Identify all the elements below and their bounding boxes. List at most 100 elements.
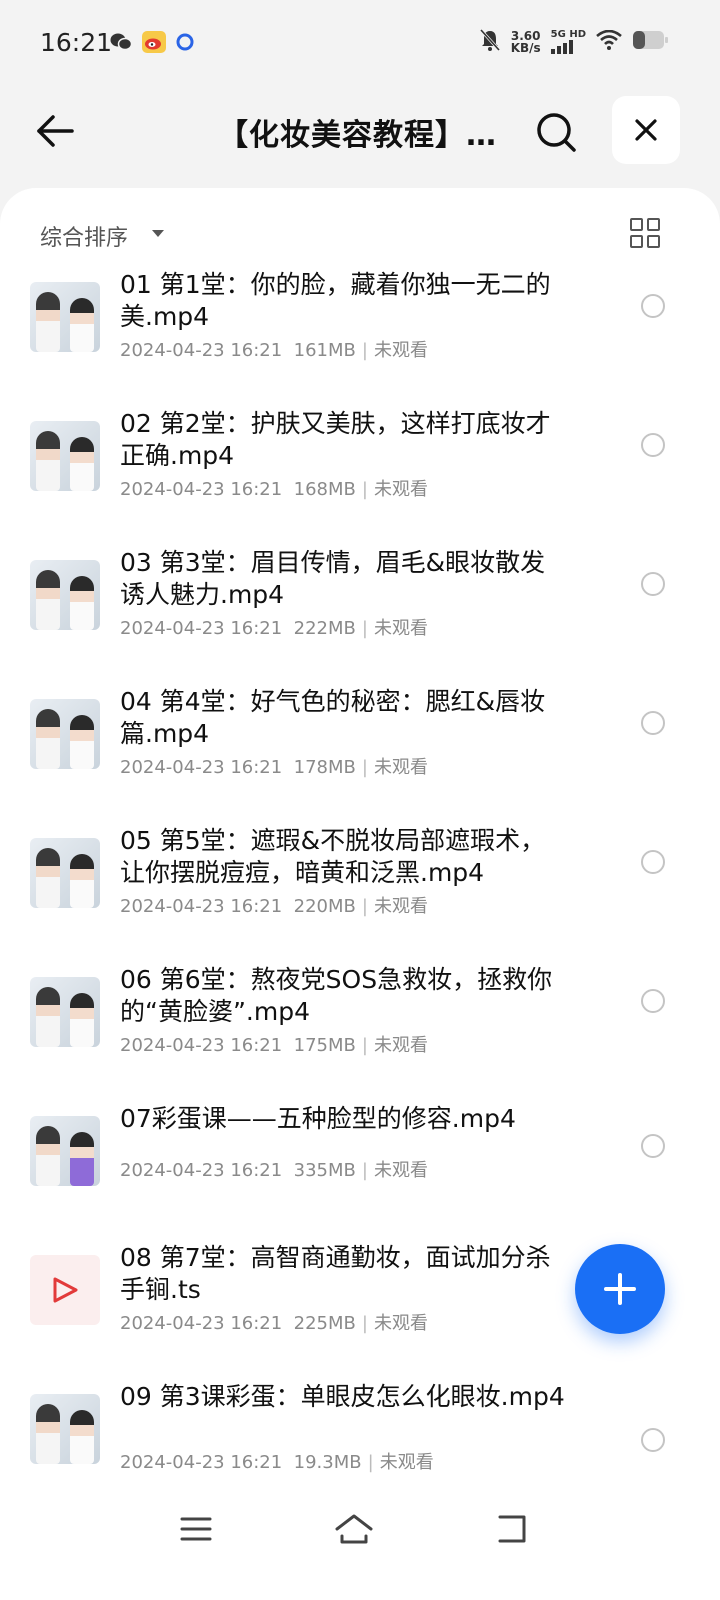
watch-status: 未观看 xyxy=(379,1452,434,1473)
list-toolbar: 综合排序 xyxy=(0,206,720,262)
caret-down-icon[interactable] xyxy=(152,230,164,237)
watch-status: 未观看 xyxy=(373,479,428,500)
video-thumbnail xyxy=(30,421,100,491)
back-nav-button[interactable] xyxy=(490,1509,534,1549)
list-item[interactable]: 06 第6堂：熬夜党SOS急救妆，拯救你的“黄脸婆”.mp4 2024-04-2… xyxy=(0,961,720,1100)
list-item[interactable]: 05 第5堂：遮瑕&不脱妆局部遮瑕术，让你摆脱痘痘，暗黄和泛黑.mp4 2024… xyxy=(0,822,720,961)
grid-view-icon[interactable] xyxy=(628,216,662,250)
file-meta: 2024-04-23 16:21 19.3MB | 未观看 xyxy=(120,1452,434,1473)
speed-unit: KB/s xyxy=(510,41,541,55)
select-radio[interactable] xyxy=(641,1428,665,1452)
file-size: 335MB xyxy=(293,1160,356,1181)
select-radio[interactable] xyxy=(641,711,665,735)
battery-icon xyxy=(632,30,668,54)
system-icons: 3.60 KB/s 5G HD xyxy=(479,28,668,56)
back-nav-icon xyxy=(498,1515,526,1543)
file-meta: 2024-04-23 16:21 175MB | 未观看 xyxy=(120,1035,428,1056)
file-date: 2024-04-23 16:21 xyxy=(120,1035,283,1056)
select-radio[interactable] xyxy=(641,989,665,1013)
play-icon xyxy=(30,1255,100,1325)
file-meta: 2024-04-23 16:21 168MB | 未观看 xyxy=(120,479,428,500)
search-icon xyxy=(537,113,576,152)
file-meta: 2024-04-23 16:21 225MB | 未观看 xyxy=(120,1313,428,1334)
video-thumbnail xyxy=(30,1116,100,1186)
file-size: 161MB xyxy=(293,340,356,361)
watch-status: 未观看 xyxy=(373,1160,428,1181)
select-radio[interactable] xyxy=(641,1134,665,1158)
back-button[interactable] xyxy=(30,106,80,156)
file-date: 2024-04-23 16:21 xyxy=(120,1452,283,1473)
file-size: 220MB xyxy=(293,896,356,917)
file-title: 06 第6堂：熬夜党SOS急救妆，拯救你的“黄脸婆”.mp4 xyxy=(120,965,553,1026)
home-icon xyxy=(335,1514,373,1544)
wechat-icon xyxy=(110,32,133,56)
file-size: 225MB xyxy=(293,1313,356,1334)
list-item[interactable]: 04 第4堂：好气色的秘密：腮红&唇妆篇.mp4 2024-04-23 16:2… xyxy=(0,683,720,822)
weibo-icon xyxy=(142,31,166,57)
watch-status: 未观看 xyxy=(373,1035,428,1056)
select-radio[interactable] xyxy=(641,850,665,874)
file-meta: 2024-04-23 16:21 222MB | 未观看 xyxy=(120,618,428,639)
watch-status: 未观看 xyxy=(373,1313,428,1334)
select-radio[interactable] xyxy=(641,572,665,596)
watch-status: 未观看 xyxy=(373,618,428,639)
select-radio[interactable] xyxy=(641,433,665,457)
list-item[interactable]: 03 第3堂：眉目传情，眉毛&眼妆散发诱人魅力.mp4 2024-04-23 1… xyxy=(0,544,720,683)
file-size: 19.3MB xyxy=(293,1452,362,1473)
search-button[interactable] xyxy=(532,108,580,156)
wifi-icon xyxy=(596,29,622,54)
watch-status: 未观看 xyxy=(373,896,428,917)
sort-dropdown[interactable]: 综合排序 xyxy=(40,220,128,252)
file-meta: 2024-04-23 16:21 220MB | 未观看 xyxy=(120,896,428,917)
file-title: 08 第7堂：高智商通勤妆，面试加分杀手锏.ts xyxy=(120,1243,551,1304)
video-thumbnail xyxy=(30,838,100,908)
file-title: 04 第4堂：好气色的秘密：腮红&唇妆篇.mp4 xyxy=(120,687,546,748)
watch-status: 未观看 xyxy=(373,340,428,361)
file-date: 2024-04-23 16:21 xyxy=(120,1160,283,1181)
close-button[interactable] xyxy=(612,96,680,164)
plus-icon xyxy=(604,1273,636,1305)
file-meta: 2024-04-23 16:21 178MB | 未观看 xyxy=(120,757,428,778)
file-date: 2024-04-23 16:21 xyxy=(120,618,283,639)
select-radio[interactable] xyxy=(641,294,665,318)
signal-icon: 5G HD xyxy=(550,30,586,54)
file-title: 07彩蛋课——五种脸型的修容.mp4 xyxy=(120,1104,516,1133)
status-bar: 16:21 3.60 KB/s 5G HD xyxy=(0,0,720,88)
list-item[interactable]: 01 第1堂：你的脸，藏着你独一无二的美.mp4 2024-04-23 16:2… xyxy=(0,266,720,405)
system-nav-bar xyxy=(0,1495,720,1565)
file-size: 175MB xyxy=(293,1035,356,1056)
network-speed: 3.60 KB/s xyxy=(511,30,541,54)
list-item[interactable]: 02 第2堂：护肤又美肤，这样打底妆才正确.mp4 2024-04-23 16:… xyxy=(0,405,720,544)
file-size: 222MB xyxy=(293,618,356,639)
file-title: 01 第1堂：你的脸，藏着你独一无二的美.mp4 xyxy=(120,270,551,331)
app-dot-icon xyxy=(176,33,194,55)
video-thumbnail xyxy=(30,1394,100,1464)
notification-icons xyxy=(110,31,194,57)
menu-button[interactable] xyxy=(174,1509,218,1549)
list-item[interactable]: 07彩蛋课——五种脸型的修容.mp4 2024-04-23 16:21 335M… xyxy=(0,1100,720,1239)
file-meta: 2024-04-23 16:21 335MB | 未观看 xyxy=(120,1160,428,1181)
add-button[interactable] xyxy=(575,1244,665,1334)
file-title: 02 第2堂：护肤又美肤，这样打底妆才正确.mp4 xyxy=(120,409,551,470)
header: 【化妆美容教程】… xyxy=(0,96,720,164)
file-date: 2024-04-23 16:21 xyxy=(120,1313,283,1334)
file-meta: 2024-04-23 16:21 161MB | 未观看 xyxy=(120,340,428,361)
watch-status: 未观看 xyxy=(373,757,428,778)
mute-bell-icon xyxy=(479,28,501,56)
back-arrow-icon xyxy=(37,115,74,147)
video-thumbnail xyxy=(30,977,100,1047)
status-time: 16:21 xyxy=(40,28,113,57)
page-title: 【化妆美容教程】… xyxy=(218,118,497,153)
file-date: 2024-04-23 16:21 xyxy=(120,896,283,917)
file-size: 178MB xyxy=(293,757,356,778)
file-title: 05 第5堂：遮瑕&不脱妆局部遮瑕术，让你摆脱痘痘，暗黄和泛黑.mp4 xyxy=(120,826,546,887)
home-button[interactable] xyxy=(332,1509,376,1549)
file-date: 2024-04-23 16:21 xyxy=(120,340,283,361)
menu-icon xyxy=(180,1517,212,1541)
video-thumbnail xyxy=(30,560,100,630)
file-date: 2024-04-23 16:21 xyxy=(120,757,283,778)
file-size: 168MB xyxy=(293,479,356,500)
file-date: 2024-04-23 16:21 xyxy=(120,479,283,500)
close-icon xyxy=(635,119,657,141)
file-list-card: 综合排序 01 第1堂：你的脸，藏着你独一无二的美.mp4 2024-04-23… xyxy=(0,188,720,1600)
